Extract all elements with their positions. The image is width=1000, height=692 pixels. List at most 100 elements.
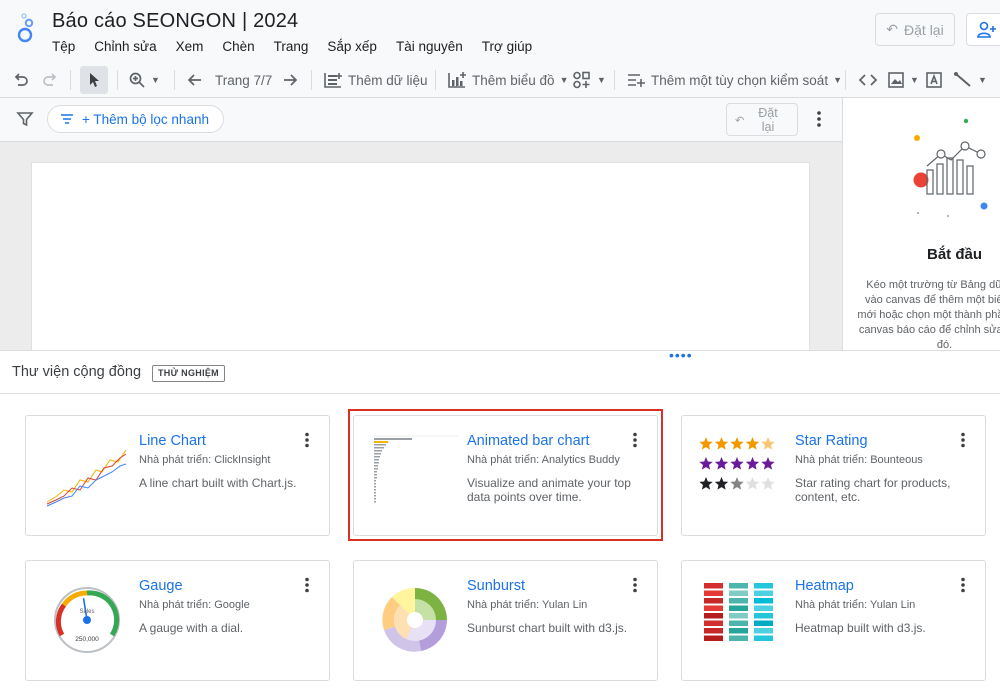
arrow-right-icon (284, 74, 298, 86)
more-options-icon[interactable] (812, 110, 826, 128)
chevron-down-icon: ▼ (978, 75, 987, 85)
image-icon (888, 72, 904, 88)
share-button[interactable] (966, 13, 1000, 46)
toolbar-divider (614, 70, 615, 90)
zoom-button[interactable]: ▼ (128, 62, 160, 98)
heatmap-cell (754, 635, 773, 641)
viz-card-star-rating[interactable]: Star Rating Nhà phát triển: Bounteous St… (681, 415, 986, 536)
star-icon (745, 457, 760, 470)
viz-card-title[interactable]: Gauge (139, 578, 183, 594)
menu-view[interactable]: Xem (176, 39, 204, 54)
toolbar-divider (70, 70, 71, 90)
star-icon (699, 457, 713, 470)
more-options-icon[interactable] (303, 432, 311, 448)
heatmap-cell (754, 590, 773, 596)
menu-edit[interactable]: Chỉnh sửa (94, 39, 156, 54)
add-control-icon (628, 74, 645, 87)
star-icon (730, 457, 744, 470)
menu-help[interactable]: Trợ giúp (482, 39, 532, 54)
viz-card-title[interactable]: Star Rating (795, 433, 868, 449)
menu-bar: Tệp Chỉnh sửa Xem Chèn Trang Sắp xếp Tài… (52, 39, 551, 54)
viz-card-line-chart[interactable]: Line Chart Nhà phát triển: ClickInsight … (25, 415, 330, 536)
reset-label: Đặt lại (904, 21, 944, 38)
heatmap-cell (729, 613, 748, 619)
library-title: Thư viện cộng đồng (12, 364, 142, 380)
get-started-description: Kéo một trường từ Bảng dữ liệu vào canva… (857, 279, 1000, 350)
heatmap-cell (729, 590, 748, 596)
toolbar-divider (435, 70, 436, 90)
get-started-illustration (913, 118, 988, 217)
heatmap-cell (754, 598, 773, 604)
looker-studio-logo-icon[interactable] (16, 12, 40, 44)
viz-card-title[interactable]: Line Chart (139, 433, 206, 449)
menu-page[interactable]: Trang (274, 39, 309, 54)
line-chart-thumbnail (46, 449, 127, 507)
previous-page-button[interactable] (186, 62, 204, 98)
report-title[interactable]: Báo cáo SEONGON | 2024 (52, 10, 298, 33)
heatmap-cell (754, 613, 773, 619)
menu-file[interactable]: Tệp (52, 39, 75, 54)
page-indicator[interactable]: Trang 7/7 (215, 62, 272, 98)
viz-card-gauge[interactable]: Sales 250,000 Gauge Nhà phát triển: Goog… (25, 560, 330, 681)
filter-icon[interactable] (16, 110, 34, 128)
chevron-down-icon: ▼ (559, 75, 569, 85)
menu-arrange[interactable]: Sắp xếp (327, 39, 377, 54)
gauge-value: 250,000 (75, 636, 99, 643)
viz-card-sunburst[interactable]: Sunburst Nhà phát triển: Yulan Lin Sunbu… (353, 560, 658, 681)
redo-button[interactable] (41, 62, 59, 98)
add-data-label: Thêm dữ liệu (348, 72, 428, 88)
community-visualizations-button[interactable]: ▼ (572, 62, 606, 98)
star-icon (730, 477, 744, 490)
viz-card-title[interactable]: Heatmap (795, 578, 854, 594)
report-page[interactable] (31, 162, 810, 362)
chevron-down-icon: ▼ (833, 75, 842, 85)
heatmap-cell (704, 635, 723, 641)
heatmap-cell (729, 598, 748, 604)
more-options-icon[interactable] (303, 577, 311, 593)
sunburst-thumbnail (382, 587, 447, 652)
reset-button[interactable]: ↶ Đặt lại (875, 13, 955, 46)
panel-resize-handle[interactable]: •••• (669, 348, 693, 362)
viz-card-description: A gauge with a dial. (139, 621, 244, 635)
next-page-button[interactable] (281, 62, 299, 98)
select-tool-button[interactable] (80, 66, 108, 94)
toolbar-divider (845, 70, 846, 90)
viz-card-title[interactable]: Sunburst (467, 578, 525, 594)
gauge-thumbnail: Sales 250,000 (54, 587, 120, 653)
add-data-button[interactable]: Thêm dữ liệu (323, 62, 428, 98)
title-bar: Báo cáo SEONGON | 2024 Tệp Chỉnh sửa Xem… (0, 0, 1000, 62)
toolbar: ▼ Trang 7/7 Thêm dữ liệu Thêm biểu đồ ▼ … (0, 62, 1000, 98)
insert-line-button[interactable]: ▼ (953, 62, 987, 98)
more-options-icon[interactable] (959, 432, 967, 448)
menu-insert[interactable]: Chèn (222, 39, 254, 54)
toolbar-divider (174, 70, 175, 90)
add-chart-button[interactable]: Thêm biểu đồ ▼ (447, 62, 568, 98)
undo-button[interactable] (12, 62, 30, 98)
toolbar-divider (117, 70, 118, 90)
reset-filter-button[interactable]: ↶ Đặt lại (726, 103, 798, 136)
properties-panel: Bắt đầu Kéo một trường từ Bảng dữ liệu v… (842, 98, 1000, 350)
viz-card-description: Heatmap built with d3.js. (795, 621, 926, 635)
undo-icon (14, 73, 28, 86)
viz-card-heatmap[interactable]: Heatmap Nhà phát triển: Yulan Lin Heatma… (681, 560, 986, 681)
insert-image-button[interactable]: ▼ (887, 62, 919, 98)
heatmap-cell (754, 620, 773, 626)
star-icon (761, 437, 775, 450)
star-rating-thumbnail (699, 437, 775, 490)
text-box-icon (926, 72, 942, 88)
get-started-title: Bắt đầu (927, 246, 983, 263)
add-control-button[interactable]: Thêm một tùy chọn kiểm soát ▼ (626, 62, 842, 98)
star-icon (714, 457, 729, 470)
add-quick-filter-button[interactable]: + Thêm bộ lọc nhanh (47, 105, 224, 133)
heatmap-cell (754, 583, 773, 589)
more-options-icon[interactable] (959, 577, 967, 593)
star-icon (730, 437, 744, 450)
star-icon (745, 437, 760, 450)
insert-text-button[interactable] (925, 62, 943, 98)
embed-code-button[interactable] (858, 62, 878, 98)
star-icon (745, 477, 760, 490)
heatmap-cell (704, 620, 723, 626)
menu-resource[interactable]: Tài nguyên (396, 39, 463, 54)
more-options-icon[interactable] (631, 577, 639, 593)
quick-filter-label: + Thêm bộ lọc nhanh (82, 111, 209, 127)
